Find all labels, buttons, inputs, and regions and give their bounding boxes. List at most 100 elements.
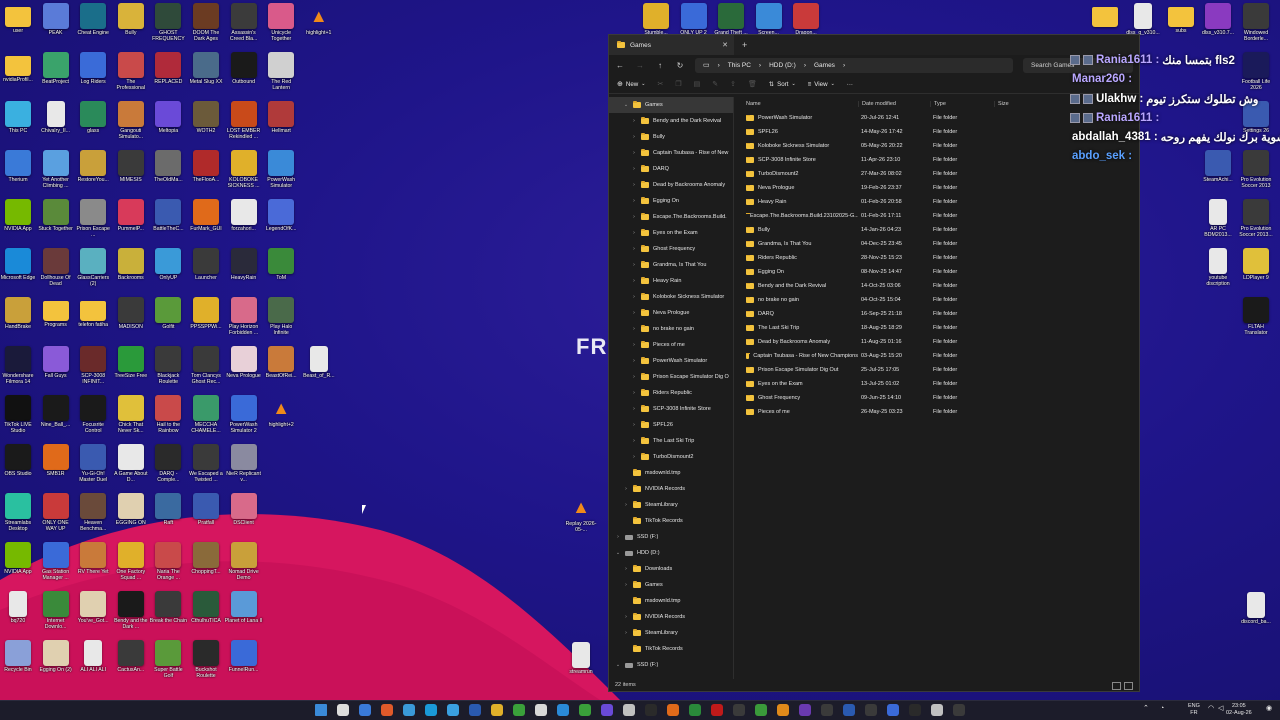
- tray-chevron-icon[interactable]: ⌃: [1143, 705, 1149, 712]
- obs-icon[interactable]: [623, 704, 635, 716]
- desktop-icon[interactable]: KOLOBOKE SICKNESS ...: [225, 150, 263, 190]
- desktop-icon[interactable]: CthulhuTICA: [187, 591, 225, 624]
- nvidia-icon[interactable]: [513, 704, 525, 716]
- gta-icon[interactable]: [557, 704, 569, 716]
- xbox-icon[interactable]: [579, 704, 591, 716]
- desktop-icon[interactable]: SMB1R: [37, 444, 75, 477]
- new-tab-icon[interactable]: +: [742, 40, 747, 50]
- chevron-right-icon[interactable]: ›: [631, 134, 637, 140]
- desktop-icon[interactable]: You've_Got...: [74, 591, 112, 624]
- desktop-icon[interactable]: DARQ - Comple...: [149, 444, 187, 484]
- desktop-icon[interactable]: dlss_g_v310...: [1124, 3, 1162, 36]
- desktop-icon[interactable]: Football Life 2026: [1237, 52, 1275, 92]
- desktop-icon[interactable]: Tom Clancys Ghost Rec...: [187, 346, 225, 386]
- desktop-icon[interactable]: Bully: [112, 3, 150, 36]
- desktop-icon[interactable]: TikTok LIVE Studio: [0, 395, 37, 435]
- desktop-icon[interactable]: Naria The Orange ...: [149, 542, 187, 582]
- desktop-icon[interactable]: One Factory Squad ...: [112, 542, 150, 582]
- desktop-icon[interactable]: Buckshot Roulette: [187, 640, 225, 680]
- desktop-icon[interactable]: Microsoft Edge: [0, 248, 37, 281]
- app-icon[interactable]: [865, 704, 877, 716]
- desktop-icon[interactable]: DSClient: [225, 493, 263, 526]
- breadcrumb-this-pc[interactable]: This PC: [728, 62, 751, 69]
- desktop-icon[interactable]: ONLY UP 2: [675, 3, 713, 36]
- app-icon[interactable]: [931, 704, 943, 716]
- nav-tree-item[interactable]: › TurboDismount2: [609, 449, 733, 465]
- desktop-icon[interactable]: Assassin's Creed Bla...: [225, 3, 263, 43]
- app-icon[interactable]: [821, 704, 833, 716]
- desktop-icon-streamrun[interactable]: streamrun: [562, 642, 600, 675]
- desktop-icon[interactable]: The Red Lantern: [262, 52, 300, 92]
- desktop-icon[interactable]: TreeSize Free: [112, 346, 150, 379]
- chevron-right-icon[interactable]: ›: [631, 310, 637, 316]
- app-icon[interactable]: [645, 704, 657, 716]
- clock[interactable]: 23:05 02-Aug-26: [1226, 703, 1252, 717]
- more-options-button[interactable]: ···: [847, 81, 853, 88]
- desktop-icon[interactable]: Therium: [0, 150, 37, 183]
- nav-tree-item[interactable]: › SCP-3008 Infinite Store: [609, 401, 733, 417]
- file-row[interactable]: Heavy Rain 01-Feb-26 20:58 File folder: [734, 195, 1139, 209]
- close-tab-icon[interactable]: ✕: [722, 41, 728, 49]
- details-view-icon[interactable]: [1112, 682, 1121, 690]
- desktop-icon[interactable]: Prison Escape ...: [74, 199, 112, 239]
- nav-tree-item[interactable]: › Eyes on the Exam: [609, 225, 733, 241]
- desktop-icon[interactable]: Pratfall: [187, 493, 225, 526]
- chevron-right-icon[interactable]: ›: [631, 406, 637, 412]
- desktop-icon[interactable]: Nomad Drive Demo: [225, 542, 263, 582]
- desktop-icon[interactable]: NieR Replicant v...: [225, 444, 263, 484]
- settings-icon[interactable]: [535, 704, 547, 716]
- desktop-icon[interactable]: PPSSPPWi...: [187, 297, 225, 330]
- app-icon[interactable]: [755, 704, 767, 716]
- desktop-icon[interactable]: HandBrake: [0, 297, 37, 330]
- chevron-down-icon[interactable]: ⌄: [615, 550, 621, 556]
- nav-tree-item[interactable]: › Prison Escape Simulator Dig O: [609, 369, 733, 385]
- chevron-right-icon[interactable]: ›: [631, 262, 637, 268]
- desktop-icon[interactable]: A Game About D...: [112, 444, 150, 484]
- network-icon[interactable]: ◔: [1160, 705, 1164, 712]
- file-row[interactable]: Escape.The.Backrooms.Build.23102025-G...…: [734, 209, 1139, 223]
- chevron-right-icon[interactable]: ›: [623, 630, 629, 636]
- desktop-icon[interactable]: WOTH2: [187, 101, 225, 134]
- chrome-icon[interactable]: [359, 704, 371, 716]
- desktop-icon[interactable]: Heaven Benchma...: [74, 493, 112, 533]
- desktop-icon[interactable]: nvidiaProfil...: [0, 52, 37, 83]
- cut-icon[interactable]: ✂: [657, 80, 663, 88]
- desktop-icon[interactable]: Beast_of_R...: [300, 346, 338, 379]
- paste-icon[interactable]: ▤: [694, 80, 701, 88]
- nav-tree-item[interactable]: › NVIDIA Records: [609, 609, 733, 625]
- chevron-right-icon[interactable]: ›: [623, 502, 629, 508]
- desktop-icon[interactable]: RestoreYou...: [74, 150, 112, 183]
- desktop-icon[interactable]: telefon fatiha: [74, 297, 112, 328]
- desktop-icon[interactable]: Nine_Ball_...: [37, 395, 75, 428]
- nav-tree-item[interactable]: › SSD (F:): [609, 529, 733, 545]
- desktop-icon[interactable]: HeavyRain: [225, 248, 263, 281]
- nav-tree-item[interactable]: › Escape.The.Backrooms.Build.: [609, 209, 733, 225]
- desktop-icon[interactable]: Launcher: [187, 248, 225, 281]
- nav-tree-item[interactable]: › PowerWash Simulator: [609, 353, 733, 369]
- desktop-icon[interactable]: OnlyUP: [149, 248, 187, 281]
- desktop-icon[interactable]: Wondershare Filmora 14: [0, 346, 37, 386]
- chevron-right-icon[interactable]: ›: [631, 294, 637, 300]
- desktop-icon[interactable]: ▲ highlight+2: [262, 395, 300, 429]
- back-icon[interactable]: ←: [615, 61, 625, 70]
- chevron-right-icon[interactable]: ›: [631, 422, 637, 428]
- chevron-right-icon[interactable]: ›: [623, 566, 629, 572]
- chevron-right-icon[interactable]: ›: [631, 246, 637, 252]
- desktop-icon[interactable]: [1086, 3, 1124, 28]
- desktop-icon[interactable]: Chivalry_II...: [37, 101, 75, 134]
- nav-tree-item[interactable]: TikTok Records: [609, 513, 733, 529]
- nav-tree-item[interactable]: › Koloboke Sickness Simulator: [609, 289, 733, 305]
- desktop-icon[interactable]: Log Riders: [74, 52, 112, 85]
- desktop-icon[interactable]: GlassCarriers (2): [74, 248, 112, 288]
- forward-icon[interactable]: →: [635, 61, 645, 70]
- desktop-icon[interactable]: Gas Station Manager ...: [37, 542, 75, 582]
- desktop-icon[interactable]: MIMESIS: [112, 150, 150, 183]
- chevron-right-icon[interactable]: ›: [631, 390, 637, 396]
- nav-tree-item[interactable]: msdownld.tmp: [609, 465, 733, 481]
- nav-tree-item[interactable]: ⌄ Games: [609, 97, 733, 113]
- new-button[interactable]: ⊕ New ⌄: [617, 80, 645, 89]
- desktop-icon[interactable]: Windowed Borderle...: [1237, 3, 1275, 43]
- desktop-icon[interactable]: BattleTheC...: [149, 199, 187, 232]
- desktop-icon[interactable]: Stuck Together: [37, 199, 75, 232]
- desktop-icon[interactable]: TheFlooA...: [187, 150, 225, 183]
